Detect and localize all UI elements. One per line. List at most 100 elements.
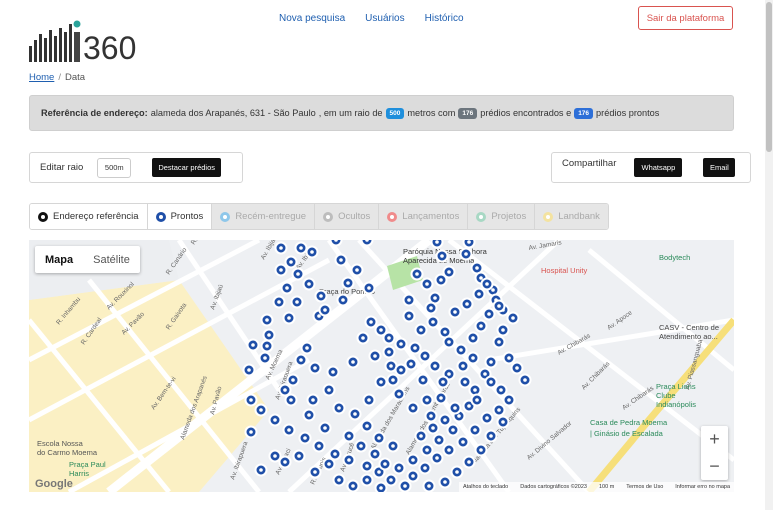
marker-center-dot [369, 320, 373, 324]
street-label: Av. Apoce [606, 309, 634, 331]
info-text-radius: , em um raio de [318, 108, 383, 118]
logout-button[interactable]: Sair da plataforma [638, 6, 733, 30]
marker-center-dot [303, 436, 307, 440]
marker-center-dot [307, 282, 311, 286]
marker-center-dot [279, 268, 283, 272]
marker-center-dot [331, 370, 335, 374]
marker-center-dot [471, 336, 475, 340]
logo[interactable]: 360 [29, 10, 159, 62]
tab-recently-delivered[interactable]: Recém-entregue [212, 204, 316, 229]
marker-center-dot [425, 448, 429, 452]
marker-center-dot [501, 420, 505, 424]
map-type-map-button[interactable]: Mapa [35, 246, 83, 273]
marker-center-dot [389, 364, 393, 368]
marker-center-dot [435, 240, 439, 244]
marker-center-dot [447, 340, 451, 344]
keyboard-shortcuts-link[interactable]: Atalhos do teclado [463, 484, 508, 490]
tab-ready[interactable]: Prontos [147, 204, 213, 229]
tab-launches[interactable]: Lançamentos [379, 204, 469, 229]
poi-label: Hospital Unity [541, 266, 588, 275]
marker-center-dot [423, 354, 427, 358]
marker-center-dot [497, 408, 501, 412]
tab-reference-address[interactable]: Endereço referência [30, 204, 148, 229]
poi-label: Praça Paul [69, 460, 106, 469]
nav-users[interactable]: Usuários [365, 13, 404, 24]
email-button[interactable]: Email [703, 158, 736, 177]
breadcrumb-home[interactable]: Home [29, 72, 54, 83]
marker-center-dot [295, 300, 299, 304]
marker-center-dot [323, 426, 327, 430]
marker-center-dot [461, 364, 465, 368]
whatsapp-button[interactable]: Whatsapp [634, 158, 683, 177]
terms-link[interactable]: Termos de Uso [626, 484, 663, 490]
highlight-buildings-button[interactable]: Destacar prédios [152, 158, 222, 177]
marker-center-dot [473, 388, 477, 392]
marker-center-dot [289, 398, 293, 402]
marker-center-dot [359, 444, 363, 448]
tab-projects[interactable]: Projetos [468, 204, 536, 229]
marker-center-dot [447, 270, 451, 274]
marker-center-dot [413, 346, 417, 350]
marker-center-dot [479, 324, 483, 328]
marker-center-dot [489, 434, 493, 438]
map-type-control: Mapa Satélite [35, 246, 140, 273]
marker-center-dot [265, 318, 269, 322]
tab-label: Landbank [558, 211, 600, 222]
zoom-out-button[interactable]: − [701, 453, 728, 480]
marker-center-dot [333, 452, 337, 456]
marker-center-dot [431, 426, 435, 430]
marker-center-dot [327, 388, 331, 392]
marker-center-dot [419, 434, 423, 438]
tab-label: Prontos [170, 211, 204, 222]
marker-center-dot [387, 350, 391, 354]
nav-history[interactable]: Histórico [425, 13, 464, 24]
marker-center-dot [443, 418, 447, 422]
poi-label: Bodytech [659, 253, 690, 262]
marker-center-dot [379, 328, 383, 332]
report-error-link[interactable]: Informar erro no mapa [675, 484, 730, 490]
poi-label: Harris [69, 469, 89, 478]
nav-new-search[interactable]: Nova pesquisa [279, 13, 345, 24]
marker-center-dot [475, 266, 479, 270]
main-nav: Nova pesquisa Usuários Histórico [279, 13, 464, 24]
marker-center-dot [451, 428, 455, 432]
marker-center-dot [319, 294, 323, 298]
marker-center-dot [379, 380, 383, 384]
marker-center-dot [425, 398, 429, 402]
marker-center-dot [327, 462, 331, 466]
marker-center-dot [279, 246, 283, 250]
marker-center-dot [305, 346, 309, 350]
info-label: Referência de endereço: [41, 108, 148, 118]
marker-center-dot [433, 296, 437, 300]
launch-marker-icon [387, 211, 398, 222]
reference-marker-icon [38, 211, 48, 222]
poi-label: CASV - Centro de [659, 323, 719, 332]
marker-center-dot [263, 356, 267, 360]
radius-input[interactable]: 500m [97, 157, 132, 178]
marker-center-dot [346, 281, 350, 285]
marker-center-dot [499, 388, 503, 392]
page-scrollbar[interactable] [765, 0, 773, 510]
tab-landbank[interactable]: Landbank [535, 204, 608, 229]
marker-center-dot [249, 398, 253, 402]
marker-center-dot [397, 392, 401, 396]
map-view[interactable]: R. Canário Av. Rouxinol R. Inhambu Av. Pavã… [29, 240, 734, 492]
page: 360 Nova pesquisa Usuários Histórico Sai… [0, 0, 773, 510]
tab-hidden[interactable]: Ocultos [315, 204, 380, 229]
map-canvas[interactable]: R. CanárioAv. RouxinolR. Inhambu Av. Pavã… [29, 240, 734, 492]
marker-center-dot [479, 448, 483, 452]
marker-center-dot [459, 348, 463, 352]
marker-center-dot [307, 413, 311, 417]
marker-center-dot [299, 246, 303, 250]
marker-center-dot [259, 468, 263, 472]
scrollbar-thumb[interactable] [766, 2, 772, 152]
building-filter-tabs: Endereço referência Prontos Recém-entreg… [29, 203, 609, 230]
zoom-in-button[interactable]: + [701, 426, 728, 453]
marker-center-dot [373, 354, 377, 358]
map-type-satellite-button[interactable]: Satélite [83, 246, 140, 273]
marker-center-dot [447, 372, 451, 376]
share-panel: Compartilhar Whatsapp Email [551, 152, 751, 183]
marker-center-dot [479, 276, 483, 280]
marker-center-dot [365, 478, 369, 482]
marker-center-dot [515, 366, 519, 370]
